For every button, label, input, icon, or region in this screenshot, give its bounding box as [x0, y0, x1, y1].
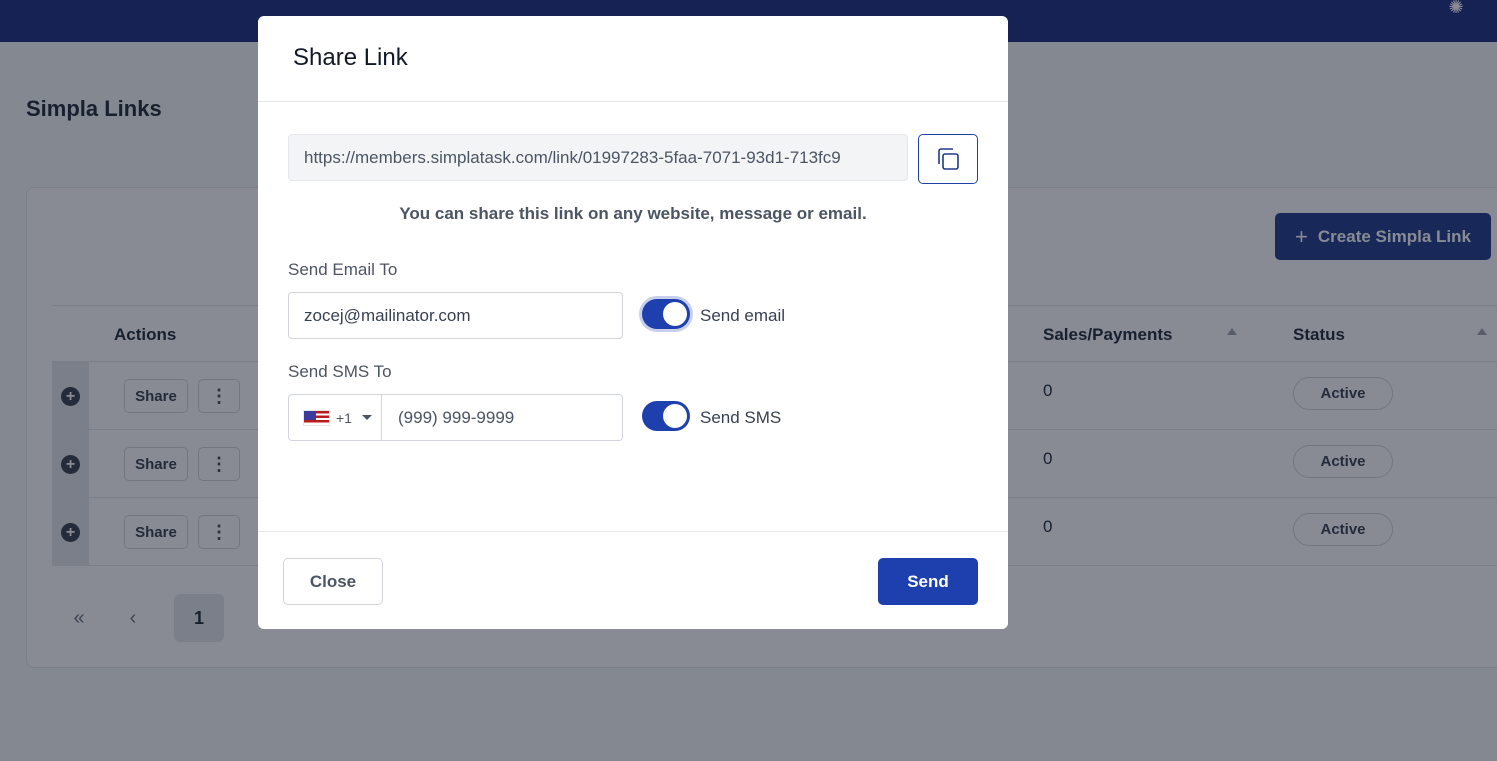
- copy-link-button[interactable]: [918, 134, 978, 184]
- phone-input[interactable]: (999) 999-9999: [398, 395, 514, 440]
- phone-field-group: +1 (999) 999-9999: [288, 394, 623, 441]
- send-sms-toggle[interactable]: [642, 401, 690, 431]
- send-email-toggle[interactable]: [642, 299, 690, 329]
- share-link-modal: Share Link https://members.simplatask.co…: [258, 16, 1008, 629]
- send-sms-label: Send SMS: [700, 408, 782, 427]
- country-code-select[interactable]: +1: [289, 395, 382, 440]
- close-button[interactable]: Close: [283, 558, 383, 605]
- dial-code: +1: [336, 409, 352, 426]
- modal-title: Share Link: [293, 44, 408, 71]
- copy-icon: [938, 148, 959, 170]
- toggle-knob: [663, 404, 687, 428]
- share-link-field[interactable]: https://members.simplatask.com/link/0199…: [288, 134, 908, 181]
- modal-header: Share Link: [258, 16, 1008, 102]
- modal-footer: Close Send: [258, 531, 1008, 629]
- sms-label: Send SMS To: [288, 362, 392, 381]
- toggle-knob: [663, 302, 687, 326]
- share-helper-text: You can share this link on any website, …: [399, 204, 867, 223]
- us-flag-icon: [303, 409, 330, 426]
- send-button[interactable]: Send: [878, 558, 978, 605]
- caret-down-icon: [361, 415, 372, 420]
- link-row: https://members.simplatask.com/link/0199…: [288, 134, 978, 184]
- email-field[interactable]: zocej@mailinator.com: [288, 292, 623, 339]
- email-label: Send Email To: [288, 260, 398, 279]
- send-email-label: Send email: [700, 306, 786, 325]
